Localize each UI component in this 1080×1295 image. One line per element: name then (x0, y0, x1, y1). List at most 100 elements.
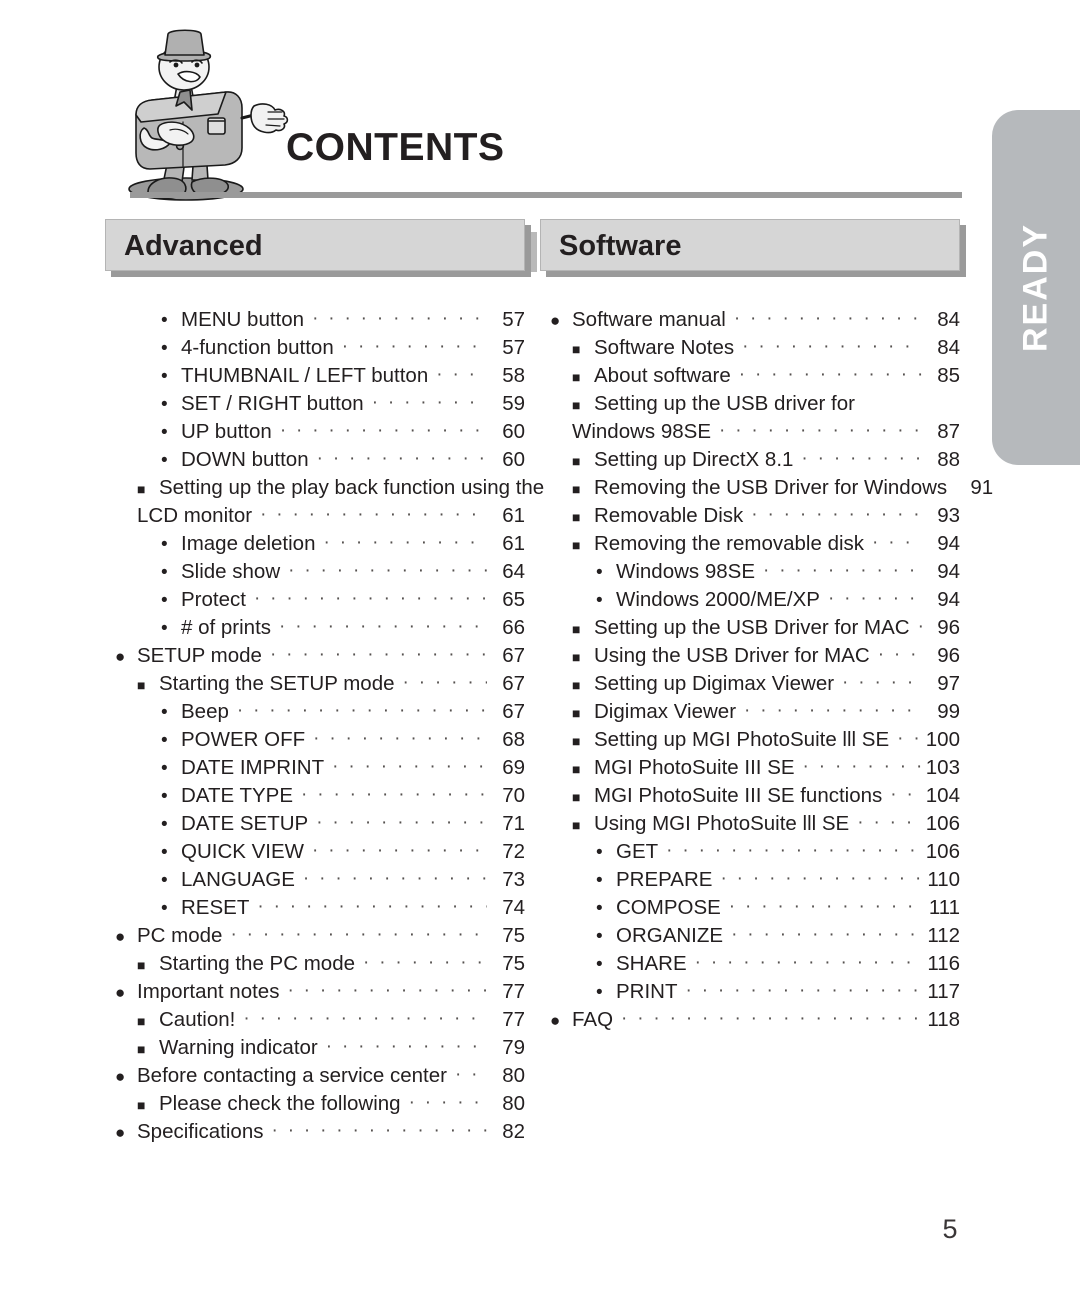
toc-entry-label: About software (594, 364, 731, 387)
toc-entry-label: Starting the SETUP mode (159, 672, 395, 695)
toc-entry[interactable]: • SET / RIGHT button · · · · · · · · · · ·… (105, 390, 525, 418)
toc-entry[interactable]: ■ Setting up the play back function using… (105, 474, 544, 502)
toc-entry[interactable]: • DATE IMPRINT · · · · · · · · · · · · · ·… (105, 754, 525, 782)
toc-entry-label: Setting up Digimax Viewer (594, 672, 835, 695)
toc-entry[interactable]: ● PC mode · · · · · · · · · · · · · · · · … (105, 922, 525, 950)
toc-entry-label: POWER OFF (181, 728, 306, 751)
toc-entry-label: Warning indicator (159, 1036, 318, 1059)
toc-entry[interactable]: ● Software manual · · · · · · · · · · · · … (540, 306, 960, 334)
bullet-dot-icon: • (161, 618, 168, 639)
toc-entry[interactable]: ■ Using MGI PhotoSuite lll SE · · · · · · … (540, 810, 960, 838)
toc-entry-label: SHARE (616, 952, 687, 975)
toc-entry-page: 60 (502, 420, 525, 443)
section-thumb-tab-ready: READY (992, 110, 1080, 465)
toc-entry[interactable]: • GET · · · · · · · · · · · · · · · · · · … (540, 838, 960, 866)
toc-entry-label: Using MGI PhotoSuite lll SE (594, 812, 850, 835)
toc-entry[interactable]: ■ Starting the SETUP mode · · · · · · · · … (105, 670, 525, 698)
leader-dots: · · · · · · · · · · · · · · · · · · · · … (918, 613, 922, 641)
toc-entry[interactable]: • Windows 2000/ME/XP · · · · · · · · · · ·… (540, 586, 960, 614)
toc-entry[interactable]: • UP button · · · · · · · · · · · · · · · … (105, 418, 525, 446)
bullet-square-icon: ■ (137, 1041, 146, 1057)
bullet-square-icon: ■ (572, 817, 581, 833)
toc-entry[interactable]: • DATE SETUP · · · · · · · · · · · · · · ·… (105, 810, 525, 838)
leader-dots: · · · · · · · · · · · · · · · · · · · · … (720, 868, 922, 889)
toc-entry-page: 104 (925, 784, 960, 807)
toc-entry[interactable]: • Beep · · · · · · · · · · · · · · · · · ·… (105, 698, 525, 726)
toc-entry[interactable]: • SHARE · · · · · · · · · · · · · · · · · … (540, 950, 960, 978)
toc-entry[interactable]: • POWER OFF · · · · · · · · · · · · · · · … (105, 726, 525, 754)
toc-entry-page: 96 (937, 644, 960, 667)
toc-entry[interactable]: • RESET · · · · · · · · · · · · · · · · · … (105, 894, 525, 922)
toc-entry[interactable]: ● SETUP mode · · · · · · · · · · · · · · ·… (105, 642, 525, 670)
leader-dots: · · · · · · · · · · · · · · · · · · · · … (436, 364, 487, 385)
toc-entry[interactable]: ● Before contacting a service center · · ·… (105, 1062, 525, 1090)
toc-entry[interactable]: ■ About software · · · · · · · · · · · · ·… (540, 362, 960, 390)
toc-entry[interactable]: ■ MGI PhotoSuite III SE functions · · · · … (540, 782, 960, 810)
camera-mascot-icon (128, 29, 289, 201)
toc-entry[interactable]: • QUICK VIEW · · · · · · · · · · · · · · ·… (105, 838, 525, 866)
toc-entry[interactable]: • PREPARE · · · · · · · · · · · · · · · · … (540, 866, 960, 894)
toc-entry[interactable]: • Protect · · · · · · · · · · · · · · · · … (105, 586, 525, 614)
toc-entry[interactable]: • 4-function button · · · · · · · · · · · … (105, 334, 525, 362)
toc-entry[interactable]: LCD monitor · · · · · · · · · · · · · · ·… (105, 502, 525, 530)
toc-entry-label: SETUP mode (137, 644, 262, 667)
toc-entry[interactable]: • Image deletion · · · · · · · · · · · · ·… (105, 530, 525, 558)
toc-entry-label: Setting up DirectX 8.1 (594, 448, 794, 471)
toc-entry[interactable]: • LANGUAGE · · · · · · · · · · · · · · · ·… (105, 866, 525, 894)
toc-entry[interactable]: ■ Setting up Digimax Viewer · · · · · · · … (540, 670, 960, 698)
toc-entry-page: 72 (502, 840, 525, 863)
toc-entry[interactable]: • Slide show · · · · · · · · · · · · · · ·… (105, 558, 525, 586)
toc-entry[interactable]: ■ Removing the removable disk · · · · · · … (540, 530, 960, 558)
toc-entry[interactable]: Windows 98SE · · · · · · · · · · · · · · … (540, 418, 960, 446)
toc-entry[interactable]: ■ MGI PhotoSuite III SE · · · · · · · · · … (540, 754, 960, 782)
toc-entry[interactable]: ■ Using the USB Driver for MAC · · · · · ·… (540, 642, 960, 670)
toc-entry[interactable]: ■ Starting the PC mode · · · · · · · · · ·… (105, 950, 525, 978)
section-bar-stub (529, 232, 537, 272)
bullet-dot-icon: • (161, 702, 168, 723)
toc-entry-page: 69 (502, 756, 525, 779)
toc-entry-label: Windows 98SE (616, 560, 756, 583)
toc-entry-page: 84 (937, 308, 960, 331)
toc-entry-label: Please check the following (159, 1092, 401, 1115)
toc-entry[interactable]: • # of prints · · · · · · · · · · · · · · … (105, 614, 525, 642)
bullet-circle-icon: ● (550, 311, 561, 330)
toc-entry-label: Beep (181, 700, 229, 723)
toc-entry[interactable]: • DATE TYPE · · · · · · · · · · · · · · · … (105, 782, 525, 810)
toc-entry[interactable]: ■ Please check the following · · · · · · ·… (105, 1090, 525, 1118)
toc-entry[interactable]: ■ Setting up the USB Driver for MAC · · · … (540, 614, 960, 642)
toc-entry-page: 100 (925, 728, 960, 751)
toc-entry[interactable]: ■ Setting up DirectX 8.1 · · · · · · · · ·… (540, 446, 960, 474)
bullet-circle-icon: ● (115, 647, 126, 666)
leader-dots: · · · · · · · · · · · · · · · · · · · · … (313, 728, 487, 749)
toc-entry[interactable]: ● Important notes · · · · · · · · · · · · … (105, 978, 525, 1006)
bullet-square-icon: ■ (572, 369, 581, 385)
toc-entry-label: Removable Disk (594, 504, 744, 527)
toc-entry[interactable]: ■ Software Notes · · · · · · · · · · · · ·… (540, 334, 960, 362)
toc-entry[interactable]: • DOWN button · · · · · · · · · · · · · · … (105, 446, 525, 474)
leader-dots: · · · · · · · · · · · · · · · · · · · · … (738, 364, 922, 385)
toc-entry-label: Setting up the USB driver for (594, 392, 855, 415)
toc-entry[interactable]: ● FAQ · · · · · · · · · · · · · · · · · · … (540, 1006, 960, 1034)
leader-dots: · · · · · · · · · · · · · · · · · · · · … (402, 672, 488, 693)
toc-entry-label: Using the USB Driver for MAC (594, 644, 870, 667)
toc-entry[interactable]: • PRINT · · · · · · · · · · · · · · · · · … (540, 978, 960, 1006)
leader-dots: · · · · · · · · · · · · · · · · · · · · … (666, 840, 922, 861)
toc-entry[interactable]: • MENU button · · · · · · · · · · · · · · … (105, 306, 525, 334)
leader-dots: · · · · · · · · · · · · · · · · · · · · … (763, 560, 922, 581)
toc-entry[interactable]: ■Removing the USB Driver for Windows· · … (540, 474, 993, 502)
toc-entry[interactable]: ■Setting up the USB driver for· · · · · … (540, 390, 960, 418)
toc-entry[interactable]: • ORGANIZE · · · · · · · · · · · · · · · ·… (540, 922, 960, 950)
toc-entry[interactable]: ■ Setting up MGI PhotoSuite lll SE · · · ·… (540, 726, 960, 754)
toc-entry[interactable]: • COMPOSE · · · · · · · · · · · · · · · · … (540, 894, 960, 922)
toc-entry-page: 82 (502, 1120, 525, 1143)
toc-entry[interactable]: ■ Warning indicator · · · · · · · · · · · … (105, 1034, 525, 1062)
toc-entry[interactable]: ■ Removable Disk · · · · · · · · · · · · ·… (540, 502, 960, 530)
bullet-dot-icon: • (161, 590, 168, 611)
toc-entry[interactable]: ■ Caution! · · · · · · · · · · · · · · · ·… (105, 1006, 525, 1034)
toc-entry-label: PRINT (616, 980, 678, 1003)
toc-entry[interactable]: ● Specifications · · · · · · · · · · · · ·… (105, 1118, 525, 1146)
toc-entry[interactable]: • THUMBNAIL / LEFT button · · · · · · · · … (105, 362, 525, 390)
toc-entry[interactable]: ■ Digimax Viewer · · · · · · · · · · · · ·… (540, 698, 960, 726)
toc-entry-page: 112 (927, 924, 960, 947)
toc-entry[interactable]: • Windows 98SE · · · · · · · · · · · · · ·… (540, 558, 960, 586)
